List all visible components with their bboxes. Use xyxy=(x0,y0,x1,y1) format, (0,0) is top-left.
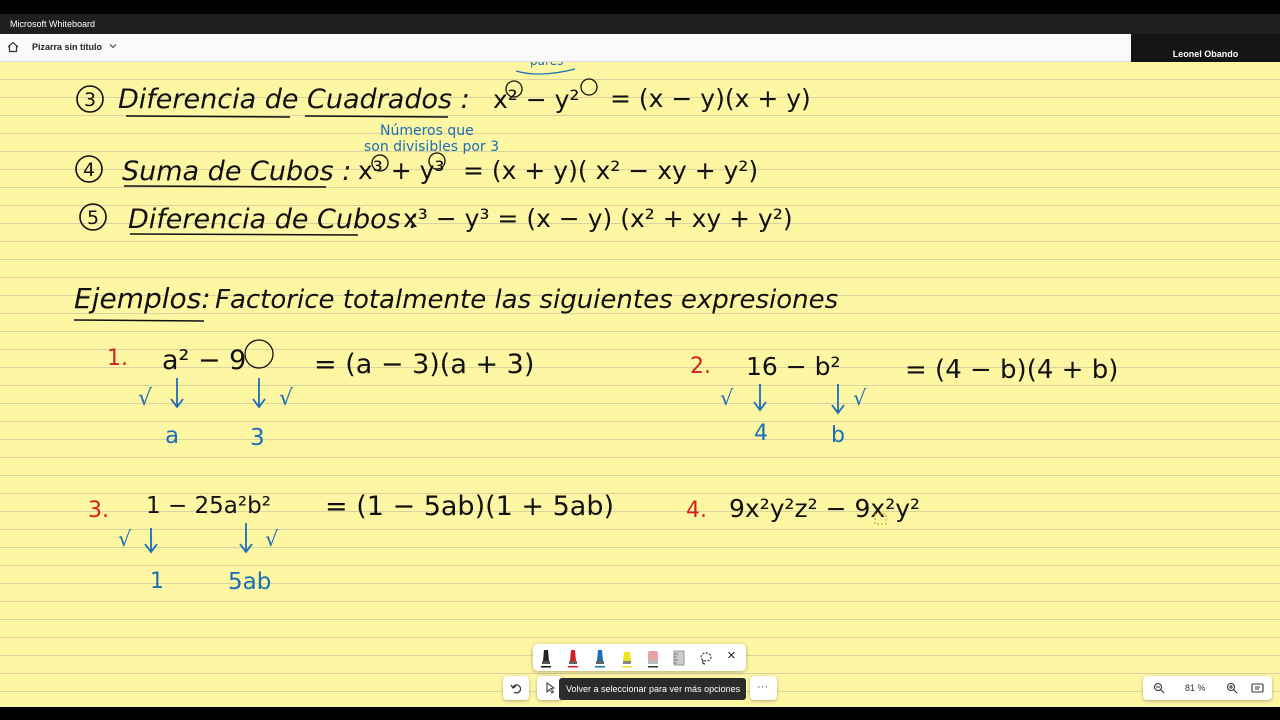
ink-layer: 3 Diferencia de Cuadrados : pares x² − y… xyxy=(73,62,1118,595)
chevron-down-icon[interactable] xyxy=(108,41,118,51)
ex1-arrow-a xyxy=(170,378,184,409)
fit-to-screen-icon[interactable] xyxy=(1251,682,1264,694)
more-options-button[interactable]: ··· xyxy=(750,676,777,700)
rule3-formula-rhs: = (x − y)(x + y) xyxy=(610,84,811,113)
examples-heading-underline xyxy=(73,319,205,322)
examples-heading: Ejemplos: xyxy=(74,282,211,315)
ex3-sqrt-a: √ xyxy=(118,527,132,551)
rule5-title-underline xyxy=(129,233,359,236)
cursor-icon xyxy=(546,682,556,694)
whiteboard-canvas[interactable]: 3 Diferencia de Cuadrados : pares x² − y… xyxy=(0,62,1280,707)
ex1-expression: a² − 9 xyxy=(162,345,246,376)
highlighter-icon[interactable] xyxy=(619,648,635,668)
window-title: Microsoft Whiteboard xyxy=(10,19,96,29)
zoom-out-icon[interactable] xyxy=(1153,682,1165,694)
ex1-arrow-b xyxy=(252,378,266,409)
examples-instruction: Factorice totalmente las siguientes expr… xyxy=(215,285,838,315)
ex3-root-a-value: 1 xyxy=(150,569,164,594)
ex3-expression: 1 − 25a²b² xyxy=(146,493,271,519)
home-icon[interactable] xyxy=(7,41,19,53)
tooltip-text: Volver a seleccionar para ver más opcion… xyxy=(566,684,741,694)
rule3-title: Diferencia de Cuadrados : xyxy=(118,84,470,115)
close-toolbar-button[interactable]: × xyxy=(727,647,736,664)
ex1-nine-circle xyxy=(244,339,274,369)
rule4-number: 4 xyxy=(83,159,95,181)
eraser-icon[interactable] xyxy=(645,648,661,668)
ex3-arrow-b xyxy=(239,523,253,554)
lasso-icon[interactable] xyxy=(698,648,714,668)
ex1-sqrt-b: √ xyxy=(279,386,294,411)
rule5-number: 5 xyxy=(87,207,99,229)
ex3-root-b-value: 5ab xyxy=(228,569,271,595)
pen-toolbar: × xyxy=(533,644,746,671)
more-icon: ··· xyxy=(757,681,768,693)
ex4-expression: 9x²y²z² − 9x²y² xyxy=(729,494,920,523)
app-top-bar: Pizarra sin título xyxy=(0,34,1131,62)
ex2-result: = (4 − b)(4 + b) xyxy=(905,355,1118,385)
ex1-sqrt-a: √ xyxy=(138,386,153,411)
rule3-exp-circle-b xyxy=(580,78,598,96)
blue-pen-icon[interactable] xyxy=(592,648,608,668)
ex2-root-b-value: b xyxy=(831,423,845,448)
window-title-bar: Microsoft Whiteboard xyxy=(0,14,1280,34)
rule4-formula-rhs: = (x + y)( x² − xy + y²) xyxy=(463,156,758,185)
ex1-number: 1. xyxy=(107,346,128,371)
zoom-level: 81 % xyxy=(1185,683,1206,693)
ex1-result: = (a − 3)(a + 3) xyxy=(314,349,534,380)
bottom-strip xyxy=(0,707,1280,720)
zoom-in-icon[interactable] xyxy=(1226,682,1238,694)
rule4-title: Suma de Cubos : xyxy=(122,156,351,187)
ex2-sqrt-a: √ xyxy=(720,386,734,410)
selection-tooltip: Volver a seleccionar para ver más opcion… xyxy=(559,678,746,700)
ex3-result: = (1 − 5ab)(1 + 5ab) xyxy=(325,491,614,522)
ex3-sqrt-b: √ xyxy=(265,527,279,551)
board-title[interactable]: Pizarra sin título xyxy=(32,42,102,52)
black-pen-icon[interactable] xyxy=(538,648,554,668)
ex2-number: 2. xyxy=(690,354,711,379)
rule3-number: 3 xyxy=(84,89,96,111)
ex1-root-b-value: 3 xyxy=(250,425,265,451)
red-pen-icon[interactable] xyxy=(565,648,581,668)
annotation-pares: pares xyxy=(530,62,563,68)
rule4-formula-lhs: x³ + y³ xyxy=(358,156,444,185)
ex2-sqrt-b: √ xyxy=(853,386,867,410)
rule5-title: Diferencia de Cubos : xyxy=(128,204,418,235)
ex2-arrow-a xyxy=(753,384,767,412)
zoom-controls: 81 % xyxy=(1143,676,1272,700)
ex2-arrow-b xyxy=(831,384,845,415)
ruler-icon[interactable] xyxy=(671,648,687,668)
rule3-title-underline xyxy=(125,115,449,118)
rule4-title-underline xyxy=(123,185,327,188)
annotation-pares-bracket xyxy=(515,68,576,75)
undo-button[interactable] xyxy=(503,676,529,700)
ex1-root-a-value: a xyxy=(165,423,179,449)
annotation-numeros: Números que xyxy=(380,123,474,139)
ex2-root-a-value: 4 xyxy=(754,421,768,446)
ex3-arrow-a xyxy=(144,528,158,554)
ex2-expression: 16 − b² xyxy=(746,352,841,381)
rule5-formula: x³ − y³ = (x − y) (x² + xy + y²) xyxy=(403,204,793,233)
ex4-number: 4. xyxy=(686,498,707,523)
ex3-number: 3. xyxy=(88,498,109,523)
participant-name: Leonel Obando xyxy=(1172,49,1239,59)
undo-icon xyxy=(510,684,522,694)
annotation-divisibles: son divisibles por 3 xyxy=(364,139,499,155)
